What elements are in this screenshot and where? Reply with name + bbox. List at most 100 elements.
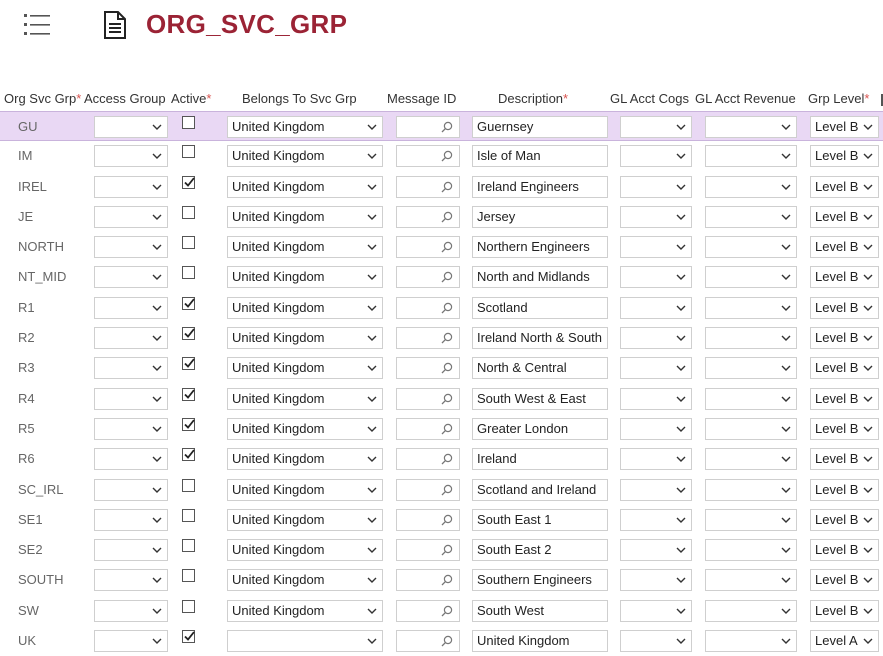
gl-acct-revenue-select[interactable] bbox=[705, 448, 797, 471]
gl-acct-revenue-select[interactable] bbox=[705, 478, 797, 501]
belongs-to-svc-grp-select[interactable]: United Kingdom bbox=[227, 266, 383, 289]
gl-acct-revenue-select[interactable] bbox=[705, 236, 797, 259]
grp-level-select[interactable]: Level B bbox=[810, 145, 879, 168]
belongs-to-svc-grp-select[interactable]: United Kingdom bbox=[227, 478, 383, 501]
message-id-lookup[interactable] bbox=[396, 145, 460, 168]
active-checkbox[interactable] bbox=[182, 539, 195, 553]
grp-level-select[interactable]: Level B bbox=[810, 599, 879, 622]
grp-level-select[interactable]: Level B bbox=[810, 205, 879, 228]
belongs-to-svc-grp-select[interactable]: United Kingdom bbox=[227, 327, 383, 350]
table-row[interactable]: SW United Kingdom South West Level B bbox=[0, 596, 883, 626]
column-header-belongs-to-svc-grp[interactable]: Belongs To Svc Grp bbox=[242, 91, 357, 106]
access-group-select[interactable] bbox=[94, 205, 168, 228]
column-header-description[interactable]: Description* bbox=[498, 91, 568, 106]
description-field[interactable]: South West bbox=[472, 599, 608, 622]
gl-acct-cogs-select[interactable] bbox=[620, 508, 692, 531]
active-checkbox[interactable] bbox=[182, 417, 195, 431]
access-group-select[interactable] bbox=[94, 296, 168, 319]
gl-acct-cogs-select[interactable] bbox=[620, 205, 692, 228]
gl-acct-cogs-select[interactable] bbox=[620, 569, 692, 592]
grp-level-select[interactable]: Level B bbox=[810, 357, 879, 380]
gl-acct-cogs-select[interactable] bbox=[620, 236, 692, 259]
grp-level-select[interactable]: Level B bbox=[810, 387, 879, 410]
table-row[interactable]: SE2 United Kingdom South East 2 Level B bbox=[0, 535, 883, 565]
gl-acct-cogs-select[interactable] bbox=[620, 327, 692, 350]
access-group-select[interactable] bbox=[94, 508, 168, 531]
message-id-lookup[interactable] bbox=[396, 508, 460, 531]
access-group-select[interactable] bbox=[94, 599, 168, 622]
message-id-lookup[interactable] bbox=[396, 539, 460, 562]
gl-acct-revenue-select[interactable] bbox=[705, 508, 797, 531]
active-checkbox[interactable] bbox=[182, 145, 195, 159]
access-group-select[interactable] bbox=[94, 236, 168, 259]
access-group-select[interactable] bbox=[94, 116, 168, 138]
gl-acct-cogs-select[interactable] bbox=[620, 387, 692, 410]
gl-acct-cogs-select[interactable] bbox=[620, 145, 692, 168]
gl-acct-revenue-select[interactable] bbox=[705, 630, 797, 653]
active-checkbox[interactable] bbox=[182, 569, 195, 583]
grp-level-select[interactable]: Level B bbox=[810, 448, 879, 471]
grp-level-select[interactable]: Level B bbox=[810, 327, 879, 350]
grp-level-select[interactable]: Level B bbox=[810, 116, 879, 138]
access-group-select[interactable] bbox=[94, 569, 168, 592]
gl-acct-cogs-select[interactable] bbox=[620, 296, 692, 319]
gl-acct-cogs-select[interactable] bbox=[620, 630, 692, 653]
grp-level-select[interactable]: Level B bbox=[810, 417, 879, 440]
gl-acct-revenue-select[interactable] bbox=[705, 599, 797, 622]
table-row[interactable]: R1 United Kingdom Scotland Level B bbox=[0, 293, 883, 323]
description-field[interactable]: Scotland bbox=[472, 296, 608, 319]
table-row[interactable]: R5 United Kingdom Greater London Level B bbox=[0, 414, 883, 444]
message-id-lookup[interactable] bbox=[396, 357, 460, 380]
belongs-to-svc-grp-select[interactable]: United Kingdom bbox=[227, 236, 383, 259]
grp-level-select[interactable]: Level A bbox=[810, 630, 879, 653]
active-checkbox[interactable] bbox=[182, 599, 195, 613]
table-row[interactable]: SOUTH United Kingdom Southern Engineers Lev… bbox=[0, 565, 883, 595]
message-id-lookup[interactable] bbox=[396, 116, 460, 138]
message-id-lookup[interactable] bbox=[396, 630, 460, 653]
gl-acct-revenue-select[interactable] bbox=[705, 327, 797, 350]
access-group-select[interactable] bbox=[94, 145, 168, 168]
belongs-to-svc-grp-select[interactable]: United Kingdom bbox=[227, 508, 383, 531]
description-field[interactable]: United Kingdom bbox=[472, 630, 608, 653]
access-group-select[interactable] bbox=[94, 448, 168, 471]
active-checkbox[interactable] bbox=[182, 296, 195, 310]
active-checkbox[interactable] bbox=[182, 327, 195, 341]
table-row[interactable]: NT_MID United Kingdom North and Midlands Le… bbox=[0, 262, 883, 292]
description-field[interactable]: Isle of Man bbox=[472, 145, 608, 168]
gl-acct-cogs-select[interactable] bbox=[620, 116, 692, 138]
access-group-select[interactable] bbox=[94, 539, 168, 562]
gl-acct-revenue-select[interactable] bbox=[705, 417, 797, 440]
column-header-message-id[interactable]: Message ID bbox=[387, 91, 456, 106]
table-row[interactable]: UK United Kingdom Level A bbox=[0, 626, 883, 656]
message-id-lookup[interactable] bbox=[396, 266, 460, 289]
table-row[interactable]: SC_IRL United Kingdom Scotland and Ireland… bbox=[0, 475, 883, 505]
message-id-lookup[interactable] bbox=[396, 448, 460, 471]
belongs-to-svc-grp-select[interactable]: United Kingdom bbox=[227, 145, 383, 168]
gl-acct-revenue-select[interactable] bbox=[705, 357, 797, 380]
active-checkbox[interactable] bbox=[182, 116, 195, 129]
active-checkbox[interactable] bbox=[182, 478, 195, 492]
column-header-active[interactable]: Active* bbox=[171, 91, 211, 106]
active-checkbox[interactable] bbox=[182, 205, 195, 219]
list-menu-icon[interactable] bbox=[24, 12, 52, 38]
message-id-lookup[interactable] bbox=[396, 478, 460, 501]
column-header-gl-acct-cogs[interactable]: GL Acct Cogs bbox=[610, 91, 689, 106]
active-checkbox[interactable] bbox=[182, 630, 195, 644]
column-header-access-group[interactable]: Access Group bbox=[84, 91, 166, 106]
gl-acct-revenue-select[interactable] bbox=[705, 116, 797, 138]
grp-level-select[interactable]: Level B bbox=[810, 569, 879, 592]
table-row[interactable]: R4 United Kingdom South West & East Level B bbox=[0, 384, 883, 414]
table-row[interactable]: SE1 United Kingdom South East 1 Level B bbox=[0, 505, 883, 535]
access-group-select[interactable] bbox=[94, 478, 168, 501]
active-checkbox[interactable] bbox=[182, 508, 195, 522]
gl-acct-revenue-select[interactable] bbox=[705, 539, 797, 562]
column-header-grp-level[interactable]: Grp Level* bbox=[808, 91, 869, 106]
gl-acct-cogs-select[interactable] bbox=[620, 357, 692, 380]
description-field[interactable]: Ireland bbox=[472, 448, 608, 471]
gl-acct-revenue-select[interactable] bbox=[705, 569, 797, 592]
table-row[interactable]: GU United Kingdom Guernsey Level B bbox=[0, 111, 883, 142]
active-checkbox[interactable] bbox=[182, 175, 195, 189]
description-field[interactable]: South West & East bbox=[472, 387, 608, 410]
description-field[interactable]: Southern Engineers bbox=[472, 569, 608, 592]
belongs-to-svc-grp-select[interactable]: United Kingdom bbox=[227, 357, 383, 380]
